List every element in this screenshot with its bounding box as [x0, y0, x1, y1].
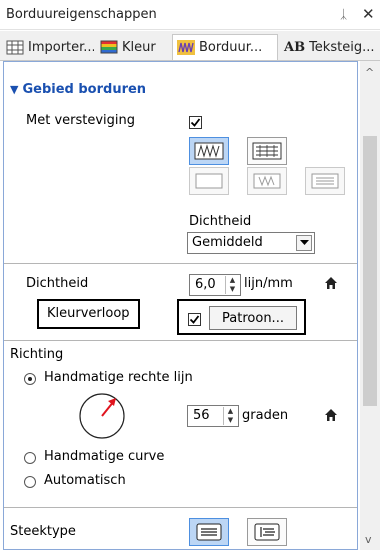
scroll-down-icon[interactable]: v — [365, 533, 372, 546]
density-unit: lijn/mm — [244, 276, 293, 291]
tab-label: Teksteig... — [309, 39, 375, 55]
lines-pattern-icon — [311, 173, 339, 189]
radio-manual-curve-label: Handmatige curve — [44, 449, 165, 464]
density-label: Dichtheid — [26, 276, 89, 291]
gradient-checkbox[interactable] — [188, 313, 201, 326]
fill-density-select[interactable]: Gemiddeld — [187, 232, 315, 254]
zigzag-pattern-icon — [194, 142, 224, 160]
pin-icon[interactable]: ᛣ — [340, 7, 347, 21]
spinner-arrows-icon[interactable]: ▲ ▼ — [225, 276, 239, 294]
spinner-arrows-icon[interactable]: ▲ ▼ — [223, 407, 237, 425]
tab-label: Borduur... — [199, 40, 263, 55]
satin-pattern-icon — [195, 173, 223, 189]
collapse-arrow-icon[interactable]: ▼ — [10, 83, 18, 96]
color-palette-icon — [100, 40, 118, 55]
tab-teksteigenschappen[interactable]: AB Teksteig... — [280, 34, 378, 60]
fill-pattern-tatami-button[interactable] — [247, 137, 287, 165]
angle-input[interactable]: 56 ▲ ▼ — [187, 405, 239, 427]
density-value: 6,0 — [195, 277, 216, 292]
vertical-scrollbar[interactable]: ^ v — [360, 61, 380, 550]
tab-bar: Importer... Kleur Borduur... AB Teksteig… — [0, 31, 380, 61]
angle-value: 56 — [193, 408, 210, 423]
checkmark-icon — [189, 315, 200, 324]
divider — [4, 263, 357, 264]
stitch-lines-icon — [196, 523, 222, 541]
direction-label: Richting — [10, 347, 64, 362]
fill-pattern-satin-button[interactable] — [189, 167, 229, 195]
radio-automatic-label: Automatisch — [44, 473, 126, 488]
text-ab-icon: AB — [284, 39, 306, 55]
tab-label: Kleur — [122, 39, 156, 55]
density-input[interactable]: 6,0 ▲ ▼ — [189, 274, 241, 296]
close-icon[interactable]: ✕ — [362, 5, 375, 23]
fill-pattern-lines-button[interactable] — [305, 167, 345, 195]
radio-automatic[interactable] — [24, 476, 36, 488]
embroidery-stitch-icon — [177, 40, 195, 55]
pattern-callout: Patroon... — [177, 299, 306, 335]
chevron-down-icon[interactable] — [296, 235, 312, 251]
fill-pattern-zigzag-button[interactable] — [189, 137, 229, 165]
import-grid-icon — [6, 40, 24, 55]
reinforce-label: Met versteviging — [26, 113, 136, 128]
panel-title: Borduureigenschappen — [6, 7, 157, 22]
gradient-callout: Kleurverloop — [37, 299, 140, 329]
fill-pattern-w-button[interactable] — [247, 167, 287, 195]
direction-dial[interactable] — [78, 391, 128, 444]
checkmark-icon — [190, 118, 201, 127]
gradient-label: Kleurverloop — [47, 306, 130, 321]
divider — [4, 507, 357, 508]
tab-label: Importer... — [28, 39, 94, 55]
scroll-up-icon[interactable]: ^ — [365, 66, 374, 79]
tab-borduren[interactable]: Borduur... — [172, 34, 278, 60]
angle-unit: graden — [242, 408, 289, 423]
radio-selected-dot — [28, 377, 32, 381]
stitch-type-label: Steektype — [10, 524, 76, 539]
tab-kleur[interactable]: Kleur — [96, 34, 170, 60]
title-bar: Borduureigenschappen ᛣ ✕ — [0, 0, 380, 30]
radio-manual-straight-label: Handmatige rechte lijn — [44, 370, 193, 385]
properties-panel: ▼ Gebied borduren Met versteviging Dicht… — [3, 61, 358, 550]
section-title: Gebied borduren — [22, 82, 147, 97]
stitch-type-offset-button[interactable] — [247, 518, 287, 546]
scroll-thumb[interactable] — [363, 136, 377, 406]
fill-density-label: Dichtheid — [189, 214, 252, 229]
fill-density-value: Gemiddeld — [192, 235, 263, 250]
w-pattern-icon — [253, 173, 281, 189]
stitch-offset-icon — [254, 523, 280, 541]
stitch-type-normal-button[interactable] — [189, 518, 229, 546]
house-icon[interactable] — [324, 276, 338, 293]
tab-importer[interactable]: Importer... — [2, 34, 94, 60]
divider — [4, 340, 357, 341]
section-header-area-embroidery[interactable]: ▼ Gebied borduren — [10, 82, 146, 97]
pattern-button[interactable]: Patroon... — [209, 306, 297, 330]
tatami-pattern-icon — [252, 142, 282, 160]
reinforce-checkbox[interactable] — [189, 116, 202, 129]
radio-manual-straight[interactable] — [24, 373, 36, 385]
house-icon[interactable] — [324, 408, 338, 425]
radio-manual-curve[interactable] — [24, 452, 36, 464]
